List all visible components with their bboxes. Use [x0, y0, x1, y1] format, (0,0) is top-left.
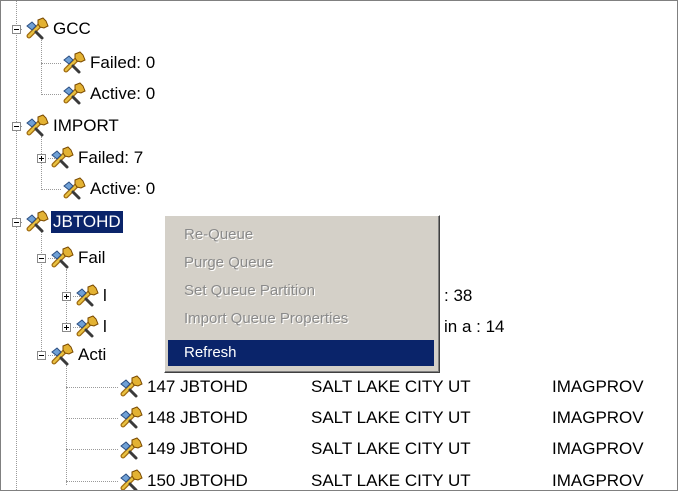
wrench-icon — [24, 209, 50, 235]
tree-node-import[interactable]: IMPORT — [53, 115, 119, 137]
tree-node-gcc-failed[interactable]: Failed: 0 — [90, 52, 155, 74]
tree-connector — [41, 189, 61, 190]
queue-row-city: SALT LAKE CITY UT — [311, 471, 471, 490]
tree-node-jbtohd-failed-child-2[interactable]: l — [103, 316, 107, 338]
tree-node-import-failed[interactable]: Failed: 7 — [78, 147, 143, 169]
tree-node-jbtohd-active[interactable]: Acti — [78, 344, 106, 366]
expand-toggle-jbtohd-failed-2[interactable] — [62, 323, 71, 332]
menu-item-refresh[interactable]: Refresh — [168, 340, 434, 366]
wrench-icon — [61, 176, 87, 202]
collapse-toggle-import[interactable] — [12, 122, 21, 131]
queue-row-city: SALT LAKE CITY UT — [311, 439, 471, 458]
wrench-icon — [24, 113, 50, 139]
tree-connector — [66, 387, 118, 388]
queue-row-source: IMAGPROV — [552, 377, 644, 396]
queue-row-id[interactable]: 147 JBTOHD — [147, 376, 248, 398]
queue-row-city: SALT LAKE CITY UT — [311, 408, 471, 427]
tree-node-jbtohd-failed-child-1[interactable]: l — [103, 285, 107, 307]
menu-item-import-queue-properties[interactable]: Import Queue Properties — [168, 306, 434, 332]
wrench-icon — [118, 468, 144, 491]
queue-row-source: IMAGPROV — [552, 408, 644, 427]
tree-node-jbtohd[interactable]: JBTOHD — [51, 211, 123, 233]
wrench-icon — [61, 81, 87, 107]
tree-connector — [41, 63, 61, 64]
queue-row-id[interactable]: 150 JBTOHD — [147, 470, 248, 490]
tree-connector — [41, 94, 61, 95]
queue-row-source: IMAGPROV — [552, 471, 644, 490]
tree-node-import-active[interactable]: Active: 0 — [90, 178, 155, 200]
tree-connector — [66, 481, 118, 482]
menu-item-re-queue[interactable]: Re-Queue — [168, 222, 434, 248]
wrench-icon — [74, 283, 100, 309]
collapse-toggle-jbtohd-failed[interactable] — [37, 254, 46, 263]
partial-count-1: : 38 — [444, 286, 473, 305]
partial-count-2: in a : 14 — [444, 317, 505, 336]
tree-node-gcc[interactable]: GCC — [53, 18, 91, 40]
expand-toggle-import-failed[interactable] — [37, 154, 46, 163]
tree-guide-active — [66, 365, 67, 485]
context-menu: Re-Queue Purge Queue Set Queue Partition… — [164, 215, 440, 373]
wrench-icon — [49, 145, 75, 171]
wrench-icon — [24, 16, 50, 42]
expand-toggle-jbtohd-failed-1[interactable] — [62, 292, 71, 301]
collapse-toggle-gcc[interactable] — [12, 25, 21, 34]
collapse-toggle-jbtohd[interactable] — [12, 218, 21, 227]
queue-row-id[interactable]: 149 JBTOHD — [147, 438, 248, 460]
tree-view: GCC Failed: 0 Active: 0 IMPORT Failed: 7… — [0, 0, 678, 491]
tree-guide-root — [16, 1, 17, 490]
tree-connector — [66, 418, 118, 419]
menu-item-purge-queue[interactable]: Purge Queue — [168, 250, 434, 276]
queue-row-source: IMAGPROV — [552, 439, 644, 458]
wrench-icon — [61, 50, 87, 76]
menu-item-set-queue-partition[interactable]: Set Queue Partition — [168, 278, 434, 304]
tree-guide-gcc — [41, 37, 42, 93]
tree-node-jbtohd-failed[interactable]: Fail — [78, 247, 105, 269]
queue-row-city: SALT LAKE CITY UT — [311, 377, 471, 396]
collapse-toggle-jbtohd-active[interactable] — [37, 351, 46, 360]
tree-connector — [66, 449, 118, 450]
tree-guide-jbtohd — [41, 229, 42, 355]
wrench-icon — [118, 405, 144, 431]
wrench-icon — [118, 436, 144, 462]
wrench-icon — [118, 374, 144, 400]
wrench-icon — [49, 342, 75, 368]
queue-row-id[interactable]: 148 JBTOHD — [147, 407, 248, 429]
wrench-icon — [49, 245, 75, 271]
wrench-icon — [74, 314, 100, 340]
tree-node-gcc-active[interactable]: Active: 0 — [90, 83, 155, 105]
